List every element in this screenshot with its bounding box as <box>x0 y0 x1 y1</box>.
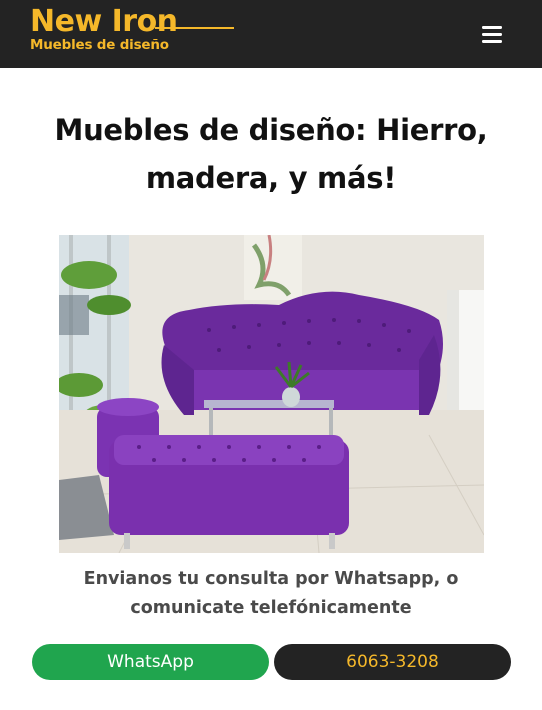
brand-underline <box>155 27 234 29</box>
whatsapp-button[interactable]: WhatsApp <box>32 644 269 680</box>
hamburger-menu-icon <box>482 25 502 43</box>
phone-button[interactable]: 6063-3208 <box>274 644 511 680</box>
brand-tagline: Muebles de diseño <box>30 37 169 53</box>
contact-prompt: Envianos tu consulta por Whatsapp, o com… <box>83 569 459 618</box>
hero-photo <box>59 235 484 553</box>
menu-button[interactable] <box>474 20 510 48</box>
brand-name: New Iron <box>30 4 178 39</box>
sofa-photo-illustration <box>59 235 484 553</box>
site-header: New Iron Muebles de diseño <box>0 0 542 68</box>
page-title: Muebles de diseño: Hierro, madera, y más… <box>54 113 488 195</box>
brand-logo[interactable]: New Iron Muebles de diseño <box>30 4 178 53</box>
